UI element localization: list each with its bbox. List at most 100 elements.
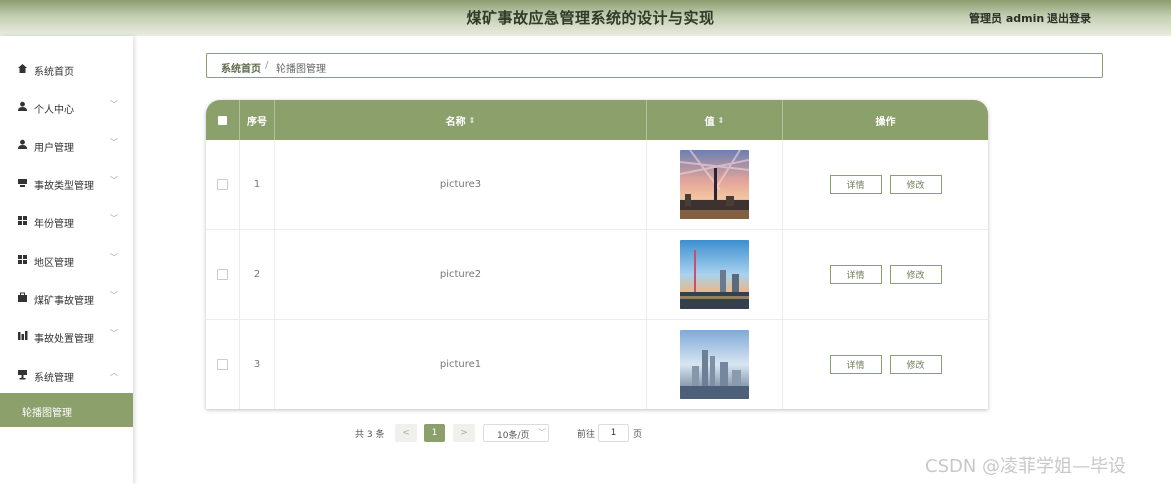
chevron-down-icon: ﹀: [110, 291, 118, 300]
th-actions-label: 操作: [875, 116, 896, 128]
row-check-cell: [206, 140, 240, 229]
card-icon: [18, 179, 27, 187]
sidebar-subitem-carousel[interactable]: 轮播图管理: [0, 393, 133, 427]
sidebar-item-users[interactable]: 用户管理 ﹀: [0, 133, 133, 157]
row-name: picture1: [275, 320, 647, 409]
system-icon: [18, 370, 27, 380]
sidebar-item-label: 事故处置管理: [34, 334, 94, 345]
sidebar-item-label: 用户管理: [34, 143, 74, 154]
table-header: 序号 名称 ⇕ 值 ⇕ 操作: [206, 100, 988, 140]
row-name: picture2: [275, 230, 647, 319]
table-row: 3 picture1 详情 修改: [206, 320, 988, 409]
current-user: 管理员 admin: [969, 12, 1045, 25]
pagination-total: 共 3 条: [355, 430, 385, 440]
chevron-down-icon: ﹀: [110, 214, 118, 223]
person-icon: [18, 139, 27, 149]
chevron-down-icon: ﹀: [110, 176, 118, 185]
row-index: 3: [240, 320, 275, 409]
detail-button[interactable]: 详情: [829, 355, 882, 374]
row-checkbox[interactable]: [217, 179, 228, 190]
row-value-cell: [647, 230, 783, 319]
row-index: 2: [240, 230, 275, 319]
sidebar-item-label: 地区管理: [34, 258, 74, 269]
sidebar-item-regions[interactable]: 地区管理 ﹀: [0, 248, 133, 272]
logout-link[interactable]: 退出登录: [1047, 10, 1091, 26]
goto-label: 前往: [577, 430, 596, 440]
th-index: 序号: [240, 100, 275, 140]
row-actions: 详情 修改: [783, 140, 988, 229]
breadcrumb-separator: /: [265, 60, 269, 71]
chevron-down-icon: ﹀: [110, 329, 118, 338]
row-value-cell: [647, 320, 783, 409]
row-checkbox[interactable]: [217, 269, 228, 280]
carousel-image-thumbnail[interactable]: [680, 330, 749, 399]
carousel-image-thumbnail[interactable]: [680, 150, 749, 219]
sidebar-item-disposal[interactable]: 事故处置管理 ﹀: [0, 324, 133, 348]
th-name[interactable]: 名称 ⇕: [275, 100, 647, 140]
sidebar-item-label: 个人中心: [34, 105, 74, 116]
sidebar-item-label: 年份管理: [34, 219, 74, 230]
watermark: CSDN @凌菲学姐—毕设: [925, 456, 1127, 477]
edit-button[interactable]: 修改: [889, 265, 942, 284]
chart-icon: [18, 331, 28, 340]
person-icon: [18, 101, 27, 111]
briefcase-icon: [18, 292, 27, 302]
sidebar-item-accident-types[interactable]: 事故类型管理 ﹀: [0, 171, 133, 195]
row-actions: 详情 修改: [783, 320, 988, 409]
grid-icon: [18, 216, 27, 225]
detail-button[interactable]: 详情: [829, 265, 882, 284]
top-header: 煤矿事故应急管理系统的设计与实现 管理员 admin 退出登录: [0, 0, 1171, 36]
row-check-cell: [206, 230, 240, 319]
page-number-current[interactable]: 1: [424, 424, 445, 442]
row-value-cell: [647, 140, 783, 229]
table-row: 2 picture2 详情 修改: [206, 230, 988, 320]
breadcrumb-current: 轮播图管理: [276, 64, 326, 75]
edit-button[interactable]: 修改: [889, 175, 942, 194]
sidebar-item-label: 系统首页: [34, 67, 74, 78]
sidebar-item-label: 煤矿事故管理: [34, 296, 94, 307]
sort-icon[interactable]: ⇕: [718, 116, 725, 125]
next-page-button[interactable]: >: [453, 424, 475, 442]
page-size-select[interactable]: 10条/页 ﹀: [483, 424, 549, 442]
carousel-image-thumbnail[interactable]: [680, 240, 749, 309]
sidebar-item-years[interactable]: 年份管理 ﹀: [0, 209, 133, 233]
chevron-down-icon: ﹀: [110, 253, 118, 262]
sidebar-item-profile[interactable]: 个人中心 ﹀: [0, 95, 133, 119]
grid-icon: [18, 255, 27, 264]
th-actions: 操作: [783, 100, 988, 140]
breadcrumb: 系统首页 / 轮播图管理: [206, 53, 1103, 78]
select-all-checkbox[interactable]: [218, 115, 227, 125]
th-index-label: 序号: [247, 116, 267, 128]
sidebar-item-system[interactable]: 系统管理 ︿: [0, 363, 133, 387]
table-row: 1 picture3 详情 修改: [206, 140, 988, 230]
breadcrumb-home[interactable]: 系统首页: [221, 60, 261, 75]
sidebar: 系统首页 个人中心 ﹀ 用户管理 ﹀ 事故类型管理 ﹀ 年份管理 ﹀ 地区管理 …: [0, 36, 133, 484]
chevron-down-icon: ﹀: [110, 138, 118, 147]
page-size-value: 10条/页: [497, 431, 530, 441]
chevron-down-icon: ﹀: [538, 428, 546, 437]
home-icon: [18, 64, 27, 73]
row-index: 1: [240, 140, 275, 229]
row-actions: 详情 修改: [783, 230, 988, 319]
edit-button[interactable]: 修改: [889, 355, 942, 374]
select-all-cell: [206, 100, 240, 140]
th-value[interactable]: 值 ⇕: [647, 100, 783, 140]
row-checkbox[interactable]: [217, 359, 228, 370]
goto-page-input[interactable]: 1: [598, 424, 629, 442]
detail-button[interactable]: 详情: [829, 175, 882, 194]
sidebar-item-label: 系统管理: [34, 373, 74, 384]
row-check-cell: [206, 320, 240, 409]
th-name-label: 名称: [445, 116, 466, 128]
page-label: 页: [633, 430, 643, 440]
sidebar-item-coal-accidents[interactable]: 煤矿事故管理 ﹀: [0, 286, 133, 310]
th-value-label: 值: [704, 116, 715, 128]
sidebar-item-home[interactable]: 系统首页: [0, 57, 133, 81]
row-name: picture3: [275, 140, 647, 229]
sidebar-subitem-label: 轮播图管理: [22, 408, 72, 419]
carousel-table: 序号 名称 ⇕ 值 ⇕ 操作 1 picture3 详情 修改 2 pictur…: [206, 100, 988, 409]
chevron-up-icon: ︿: [110, 368, 118, 377]
sidebar-item-label: 事故类型管理: [34, 181, 94, 192]
chevron-down-icon: ﹀: [110, 100, 118, 109]
sort-icon[interactable]: ⇕: [469, 116, 476, 125]
prev-page-button[interactable]: <: [395, 424, 417, 442]
